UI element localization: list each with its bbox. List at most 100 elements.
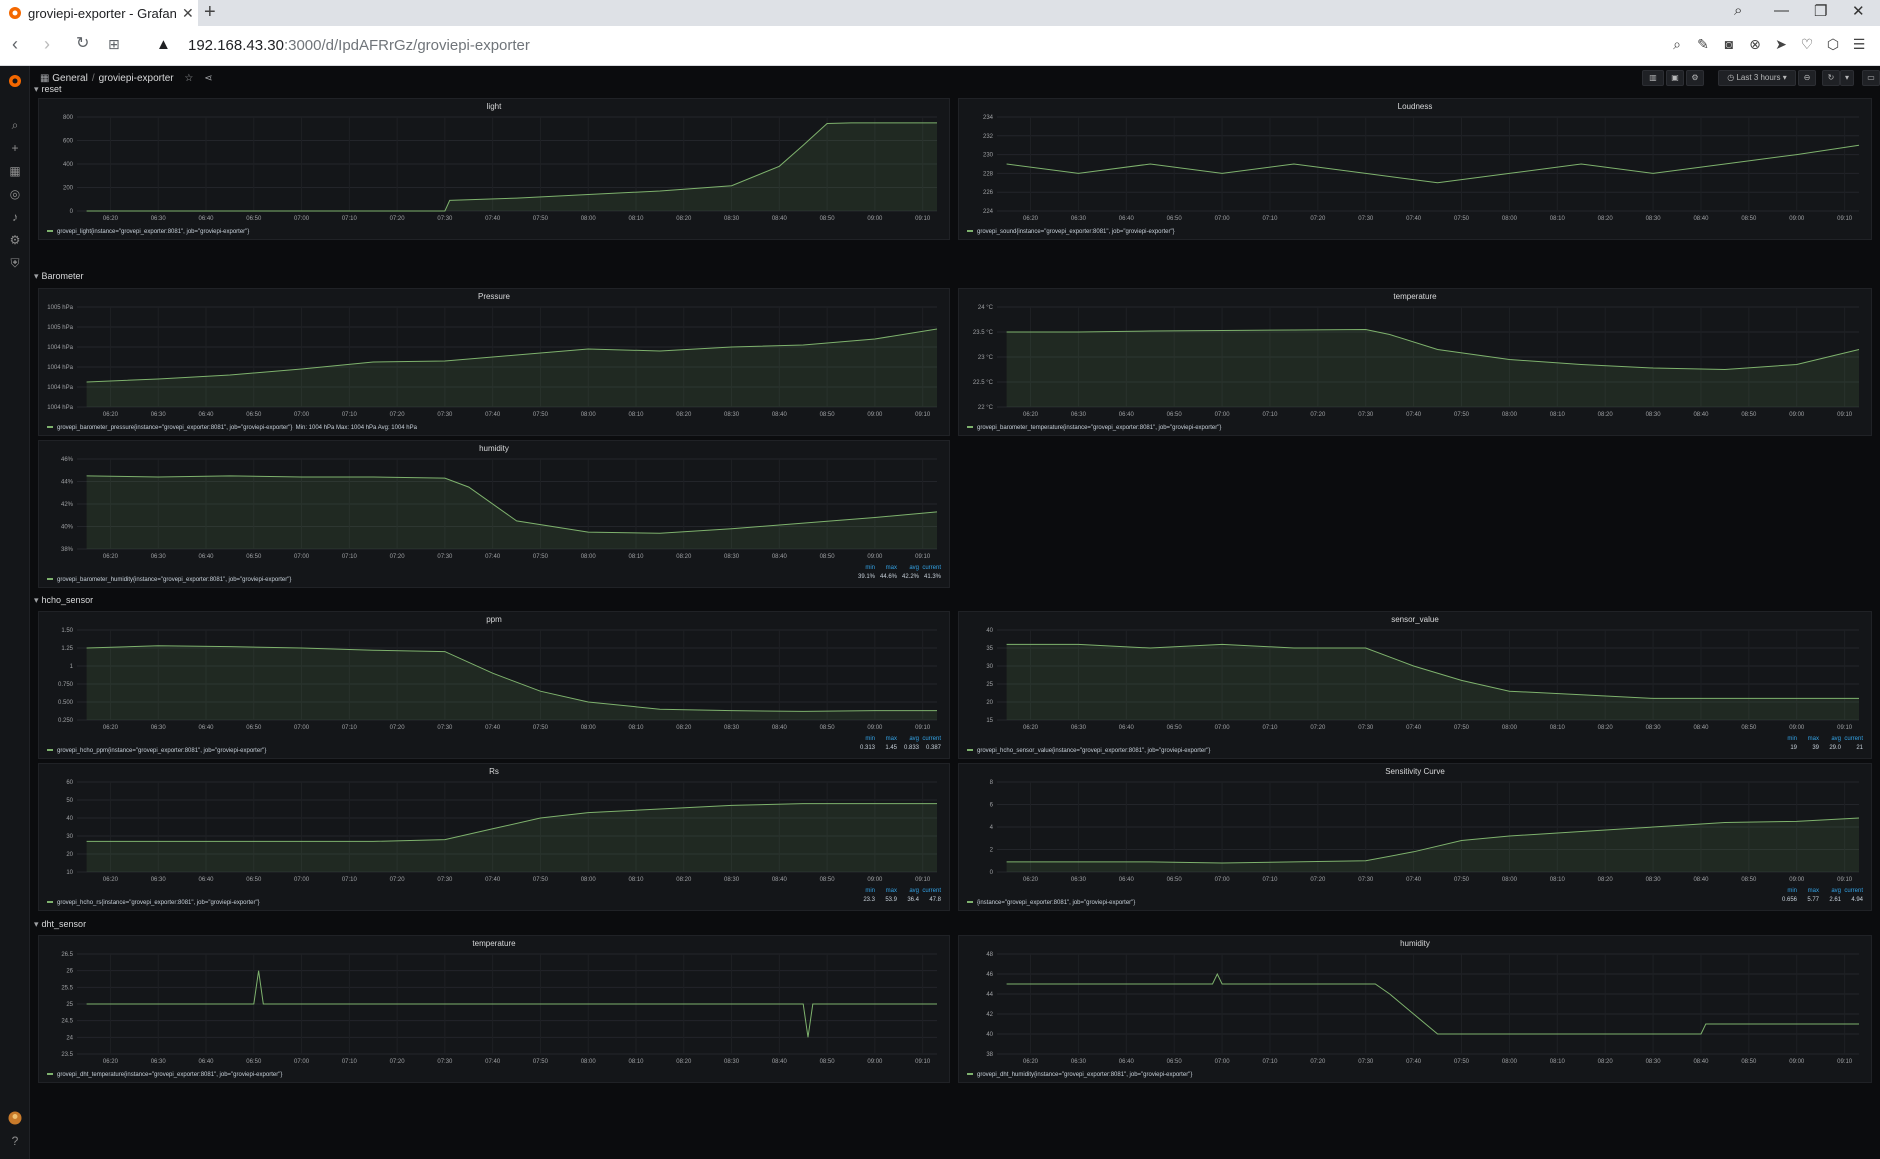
refresh-button[interactable]: ↻	[1822, 70, 1840, 86]
legend-item[interactable]: grovepi_hcho_ppm{instance="grovepi_expor…	[47, 748, 266, 754]
graph-canvas[interactable]: 800 600 400 200 0 06:20 06:30 06:40 06:50 07:00 07…	[39, 99, 951, 241]
stat-header-current[interactable]: current	[1841, 736, 1863, 742]
panel-sensitivity[interactable]: Sensitivity Curve 8 6 4 2 0 06:20 06:30 06:40 06:…	[958, 763, 1872, 911]
panel-dht-humidity[interactable]: humidity 48 46 44 42 40 38 06:20 06:30 06:40 06:50…	[958, 935, 1872, 1083]
grid-icon[interactable]: ⊞	[108, 34, 120, 54]
breadcrumb-folder[interactable]: General	[52, 73, 88, 84]
heart-icon[interactable]: ♡	[1794, 36, 1820, 53]
legend-item[interactable]: grovepi_barometer_temperature{instance="…	[967, 425, 1221, 431]
legend-item[interactable]: grovepi_dht_temperature{instance="grovep…	[47, 1072, 282, 1078]
stat-header-max[interactable]: max	[1797, 736, 1819, 742]
graph-canvas[interactable]: 40 35 30 25 20 15 06:20 06:30 06:40 06:50 07:00 07:…	[959, 612, 1873, 760]
stat-header-max[interactable]: max	[875, 888, 897, 894]
refresh-interval-button[interactable]: ▾	[1840, 70, 1854, 86]
legend-item[interactable]: {instance="grovepi_exporter:8081", job="…	[967, 900, 1135, 906]
series-line[interactable]	[1006, 972, 1859, 1035]
legend-item[interactable]: grovepi_barometer_humidity{instance="gro…	[47, 577, 291, 583]
legend-item[interactable]: grovepi_hcho_rs{instance="grovepi_export…	[47, 900, 260, 906]
menu-icon[interactable]: ☰	[1846, 36, 1872, 53]
minimize-icon[interactable]: —	[1774, 2, 1789, 19]
stat-header-avg[interactable]: avg	[1819, 736, 1841, 742]
legend-item[interactable]: grovepi_sound{instance="grovepi_exporter…	[967, 229, 1175, 235]
stat-header-max[interactable]: max	[875, 736, 897, 742]
graph-canvas[interactable]: 26.5 26 25.5 25 24.5 24 23.5 06:20 06:30 06:40 06:…	[39, 936, 951, 1084]
legend-item[interactable]: grovepi_dht_humidity{instance="grovepi_e…	[967, 1072, 1192, 1078]
legend-item[interactable]: grovepi_light{instance="grovepi_exporter…	[47, 229, 249, 235]
graph-canvas[interactable]: 234 232 230 228 226 224 06:20 06:30 06:40 06:50 07…	[959, 99, 1873, 241]
server-admin-icon[interactable]: ⛨	[8, 256, 22, 270]
legend-item[interactable]: grovepi_barometer_pressure{instance="gro…	[47, 425, 417, 431]
stat-header-min[interactable]: min	[853, 565, 875, 571]
search-icon[interactable]: ⌕	[8, 118, 22, 132]
panel-rs[interactable]: Rs 60 50 40 30 20 10 06:20 06:30 06:40 06:50 07:00 0…	[38, 763, 950, 911]
camera-icon[interactable]: ◙	[1716, 36, 1742, 53]
add-panel-button[interactable]: ▥	[1642, 70, 1664, 86]
legend-item[interactable]: grovepi_hcho_sensor_value{instance="grov…	[967, 748, 1210, 754]
graph-canvas[interactable]: 8 6 4 2 0 06:20 06:30 06:40 06:50 07:00 07:10 07:20…	[959, 764, 1873, 912]
block-icon[interactable]: ⊗	[1742, 36, 1768, 53]
back-icon[interactable]: ‹	[12, 34, 18, 54]
stat-header-avg[interactable]: avg	[897, 565, 919, 571]
zoom-out-button[interactable]: ⊖	[1798, 70, 1816, 86]
send-icon[interactable]: ➤	[1768, 36, 1794, 53]
close-window-icon[interactable]: ✕	[1852, 2, 1865, 20]
edit-icon[interactable]: ✎	[1690, 36, 1716, 53]
row-reset[interactable]: ▾ reset	[34, 84, 62, 95]
stat-header-current[interactable]: current	[919, 888, 941, 894]
configuration-icon[interactable]: ⚙	[8, 233, 22, 247]
panel-light[interactable]: light 800 600 400 200 0 06:20 06:30 06:40 06:50 07…	[38, 98, 950, 240]
forward-icon[interactable]: ›	[44, 34, 50, 54]
url-field[interactable]: 192.168.43.30:3000/d/IpdAFRrGz/groviepi-…	[188, 37, 530, 54]
series-line[interactable]	[1006, 144, 1860, 184]
graph-canvas[interactable]: 60 50 40 30 20 10 06:20 06:30 06:40 06:50 07:00 07:…	[39, 764, 951, 912]
graph-canvas[interactable]: 48 46 44 42 40 38 06:20 06:30 06:40 06:50 07:00 07:…	[959, 936, 1873, 1084]
stat-header-avg[interactable]: avg	[1819, 888, 1841, 894]
panel-humidity[interactable]: humidity 46% 44% 42% 40% 38% 06:20 06:30 06:40 06…	[38, 440, 950, 588]
stat-header-current[interactable]: current	[919, 565, 941, 571]
stat-header-current[interactable]: current	[919, 736, 941, 742]
panel-sensor-value[interactable]: sensor_value 40 35 30 25 20 15 06:20 06:30 06:40 0…	[958, 611, 1872, 759]
stat-header-min[interactable]: min	[1775, 888, 1797, 894]
panel-baro-temperature[interactable]: temperature 24 °C 23.5 °C 23 °C 22.5 °C 22 °C…	[958, 288, 1872, 436]
tab-close-icon[interactable]: ✕	[182, 5, 194, 22]
time-picker-button[interactable]: ◷ Last 3 hours ▾	[1718, 70, 1796, 86]
panel-ppm[interactable]: ppm 1.50 1.25 1 0.750 0.500 0.250 06:20 06:30 06:…	[38, 611, 950, 759]
create-icon[interactable]: +	[8, 141, 22, 155]
panel-loudness[interactable]: Loudness 234 232 230 228 226 224 06:20 06:30 06:4…	[958, 98, 1872, 240]
reload-icon[interactable]: ↻	[76, 34, 89, 54]
panel-dht-temperature[interactable]: temperature 26.5 26 25.5 25 24.5 24 23.5 06:20 06…	[38, 935, 950, 1083]
avatar[interactable]	[8, 1111, 22, 1125]
share-icon[interactable]: ⋖	[204, 73, 212, 84]
stat-header-current[interactable]: current	[1841, 888, 1863, 894]
graph-canvas[interactable]: 46% 44% 42% 40% 38% 06:20 06:30 06:40 06:50 07:00…	[39, 441, 951, 589]
stat-header-avg[interactable]: avg	[897, 888, 919, 894]
panel-pressure[interactable]: Pressure 1005 hPa 1005 hPa 1004 hPa 1004 hPa…	[38, 288, 950, 436]
graph-canvas[interactable]: 24 °C 23.5 °C 23 °C 22.5 °C 22 °C 06:20 06:30 0…	[959, 289, 1873, 437]
cube-icon[interactable]: ⬡	[1820, 36, 1846, 53]
tv-mode-button[interactable]: ▭	[1862, 70, 1880, 86]
new-tab-icon[interactable]: +	[204, 2, 216, 22]
graph-canvas[interactable]: 1.50 1.25 1 0.750 0.500 0.250 06:20 06:30 06:40 0…	[39, 612, 951, 760]
stat-header-max[interactable]: max	[875, 565, 897, 571]
grafana-logo-icon[interactable]	[8, 74, 22, 88]
alerting-icon[interactable]: ♪	[8, 210, 22, 224]
save-dashboard-button[interactable]: ▣	[1666, 70, 1684, 86]
stat-header-min[interactable]: min	[853, 888, 875, 894]
stat-header-avg[interactable]: avg	[897, 736, 919, 742]
breadcrumb-dashboard[interactable]: groviepi-exporter	[99, 73, 174, 84]
browser-search-icon[interactable]: ⌕	[1734, 2, 1742, 19]
help-icon[interactable]: ?	[8, 1134, 22, 1148]
zoom-icon[interactable]: ⌕	[1664, 36, 1690, 53]
not-secure-icon[interactable]: ▲	[156, 36, 171, 53]
browser-tab[interactable]: groviepi-exporter - Grafana ✕	[0, 0, 198, 26]
stat-header-max[interactable]: max	[1797, 888, 1819, 894]
stat-header-min[interactable]: min	[853, 736, 875, 742]
graph-canvas[interactable]: 1005 hPa 1005 hPa 1004 hPa 1004 hPa 1004 hPa…	[39, 289, 951, 437]
restore-icon[interactable]: ❐	[1814, 2, 1827, 20]
explore-icon[interactable]: ◎	[8, 187, 22, 201]
row-barometer[interactable]: ▾ Barometer	[34, 271, 84, 282]
row-dht-sensor[interactable]: ▾ dht_sensor	[34, 919, 86, 930]
settings-button[interactable]: ⚙	[1686, 70, 1704, 86]
row-hcho-sensor[interactable]: ▾ hcho_sensor	[34, 595, 93, 606]
dashboards-icon[interactable]: ▦	[8, 164, 22, 178]
